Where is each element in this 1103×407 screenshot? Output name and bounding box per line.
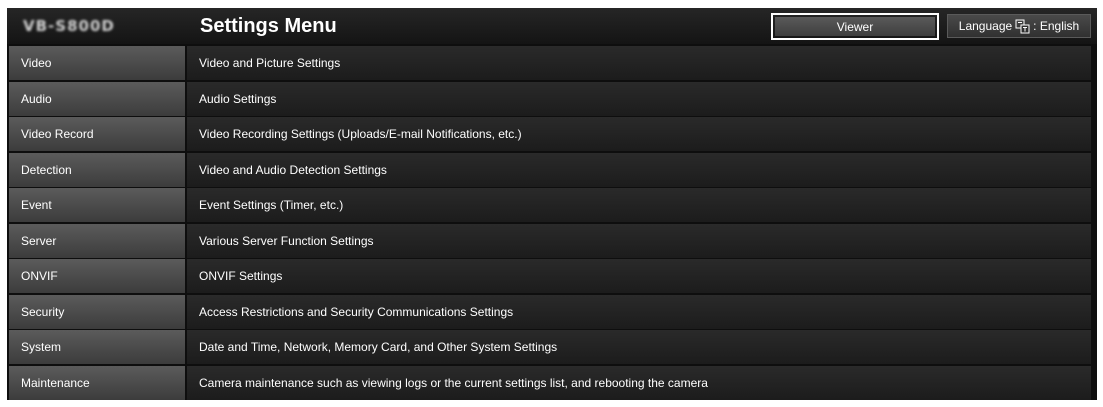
language-button[interactable]: Language : English xyxy=(947,14,1091,38)
language-icon xyxy=(1015,19,1030,34)
settings-frame: VB-S800D Settings Menu Viewer Language :… xyxy=(7,8,1097,400)
menu-row-event[interactable]: Event Event Settings (Timer, etc.) xyxy=(7,188,1097,222)
menu-item-name[interactable]: Maintenance xyxy=(9,365,185,400)
menu-item-name[interactable]: ONVIF xyxy=(9,259,185,293)
language-value: : English xyxy=(1033,19,1080,33)
menu-item-name[interactable]: Event xyxy=(9,188,185,222)
menu-row-detection[interactable]: Detection Video and Audio Detection Sett… xyxy=(7,152,1097,187)
menu-item-name[interactable]: Server xyxy=(9,223,185,258)
menu-row-video-record[interactable]: Video Record Video Recording Settings (U… xyxy=(7,117,1097,151)
menu-row-onvif[interactable]: ONVIF ONVIF Settings xyxy=(7,259,1097,293)
menu-row-security[interactable]: Security Access Restrictions and Securit… xyxy=(7,294,1097,329)
menu-item-description[interactable]: Audio Settings xyxy=(187,81,1091,116)
menu-item-description[interactable]: Date and Time, Network, Memory Card, and… xyxy=(187,330,1091,364)
header-bar: VB-S800D Settings Menu Viewer Language :… xyxy=(7,8,1097,44)
menu-item-name[interactable]: Video Record xyxy=(9,117,185,151)
menu-item-name[interactable]: Video xyxy=(9,46,185,80)
camera-model-text: VB-S800D xyxy=(23,17,115,35)
menu-item-name[interactable]: Security xyxy=(9,294,185,329)
menu-item-name[interactable]: System xyxy=(9,330,185,364)
menu-row-system[interactable]: System Date and Time, Network, Memory Ca… xyxy=(7,330,1097,364)
menu-item-description[interactable]: Access Restrictions and Security Communi… xyxy=(187,294,1091,329)
menu-item-description[interactable]: Video and Picture Settings xyxy=(187,46,1091,80)
menu-row-video[interactable]: Video Video and Picture Settings xyxy=(7,46,1097,80)
camera-model-logo: VB-S800D xyxy=(9,11,185,41)
menu-item-description[interactable]: Video Recording Settings (Uploads/E-mail… xyxy=(187,117,1091,151)
menu-row-maintenance[interactable]: Maintenance Camera maintenance such as v… xyxy=(7,365,1097,400)
menu-item-description[interactable]: Various Server Function Settings xyxy=(187,223,1091,258)
menu-item-description[interactable]: ONVIF Settings xyxy=(187,259,1091,293)
menu-item-name[interactable]: Detection xyxy=(9,152,185,187)
language-label: Language xyxy=(958,19,1013,33)
menu-item-description[interactable]: Camera maintenance such as viewing logs … xyxy=(187,365,1091,400)
page-title: Settings Menu xyxy=(200,15,337,37)
menu-item-description[interactable]: Event Settings (Timer, etc.) xyxy=(187,188,1091,222)
viewer-button-label: Viewer xyxy=(775,17,935,36)
menu-item-description[interactable]: Video and Audio Detection Settings xyxy=(187,152,1091,187)
viewer-button[interactable]: Viewer xyxy=(771,13,939,40)
menu-item-name[interactable]: Audio xyxy=(9,81,185,116)
menu-row-audio[interactable]: Audio Audio Settings xyxy=(7,81,1097,116)
menu-row-server[interactable]: Server Various Server Function Settings xyxy=(7,223,1097,258)
